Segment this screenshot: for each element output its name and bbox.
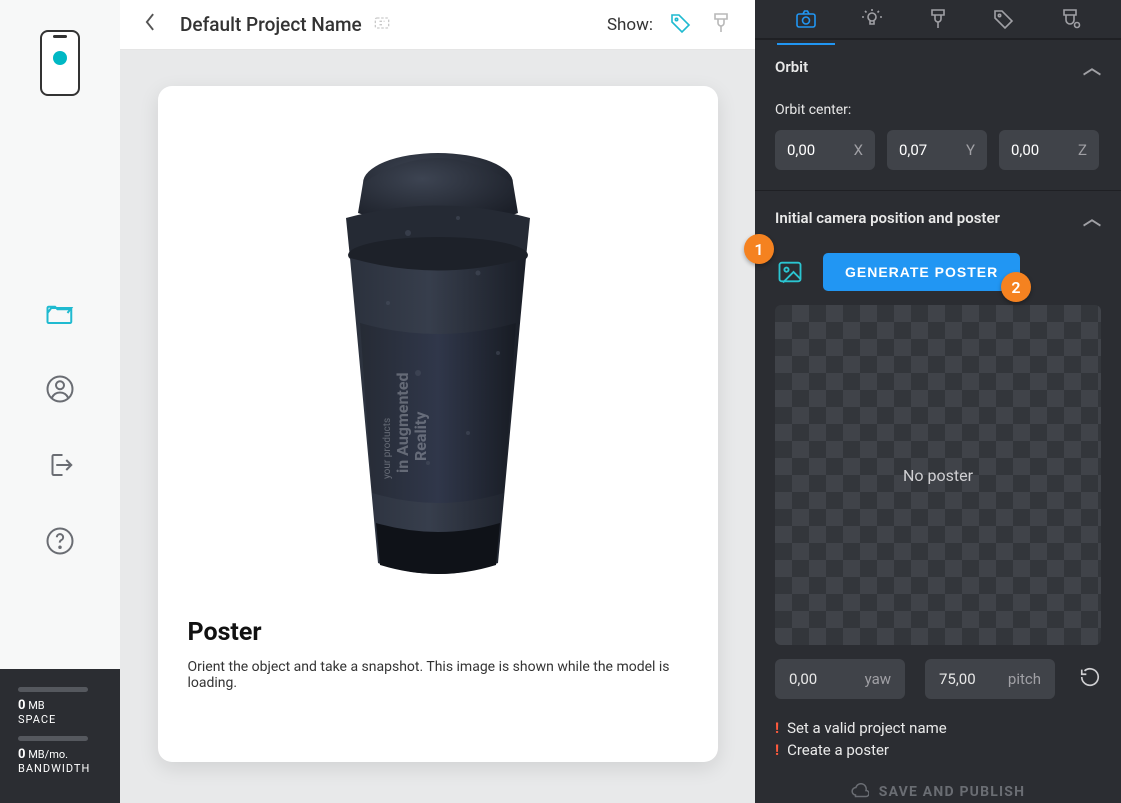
topbar: Default Project Name Show: [120, 0, 755, 50]
svg-text:your products: your products [382, 418, 393, 479]
orbit-title: Orbit [775, 58, 808, 76]
panel-tabs [755, 0, 1121, 39]
left-sidebar: 0 MB SPACE 0 MB/mo. BANDWIDTH [0, 0, 120, 803]
project-title[interactable]: Default Project Name [180, 13, 362, 36]
bandwidth-amount: 0 MB/mo. [18, 747, 102, 762]
orbit-y-input[interactable]: 0,07Y [887, 130, 987, 170]
validation-errors: !Set a valid project name !Create a post… [755, 709, 1121, 771]
upload-poster-icon[interactable] [775, 257, 805, 287]
save-publish-button[interactable]: SAVE AND PUBLISH [755, 771, 1121, 803]
files-icon[interactable] [43, 296, 77, 330]
pitch-input[interactable]: 75,00pitch [925, 659, 1055, 699]
storage-panel: 0 MB SPACE 0 MB/mo. BANDWIDTH [0, 669, 120, 803]
generate-poster-button[interactable]: GENERATE POSTER [823, 253, 1020, 291]
svg-text:in Augmented: in Augmented [393, 373, 412, 473]
error-item: !Create a poster [775, 741, 1101, 759]
tab-presets[interactable] [1055, 4, 1085, 34]
tab-camera[interactable] [791, 4, 821, 34]
reset-camera-icon[interactable] [1079, 666, 1101, 692]
tab-material[interactable] [923, 4, 953, 34]
space-bar [18, 687, 88, 692]
orbit-center-label: Orbit center: [775, 102, 1101, 118]
camera-section-header[interactable]: Initial camera position and poster ︿ [755, 190, 1121, 245]
orbit-x-input[interactable]: 0,00X [775, 130, 875, 170]
annotation-badge-2: 2 [1001, 272, 1031, 302]
error-item: !Set a valid project name [775, 719, 1101, 737]
presets-toggle-icon[interactable] [709, 11, 733, 39]
rename-icon[interactable] [372, 13, 392, 37]
poster-preview: No poster [775, 305, 1101, 645]
orbit-section-header[interactable]: Orbit ︿ [755, 39, 1121, 94]
logout-icon[interactable] [43, 448, 77, 482]
yaw-input[interactable]: 0,00yaw [775, 659, 905, 699]
model-preview[interactable]: in Augmented Reality your products [188, 108, 688, 608]
cup-model-icon: in Augmented Reality your products [268, 123, 608, 593]
no-poster-text: No poster [903, 466, 973, 485]
bandwidth-bar [18, 736, 88, 741]
back-button[interactable] [142, 11, 158, 39]
chevron-up-icon: ︿ [1083, 54, 1101, 80]
tag-toggle-icon[interactable] [669, 11, 693, 39]
sidebar-nav [43, 296, 77, 558]
space-label: SPACE [18, 713, 102, 726]
space-amount: 0 MB [18, 698, 102, 713]
camera-section-body: GENERATE POSTER No poster [755, 245, 1121, 655]
properties-panel: Orbit ︿ Orbit center: 0,00X 0,07Y 0,00Z … [755, 0, 1121, 803]
bandwidth-label: BANDWIDTH [18, 762, 102, 775]
yaw-pitch-row: 0,00yaw 75,00pitch [755, 655, 1121, 709]
show-label: Show: [607, 15, 653, 35]
tab-lighting[interactable] [857, 4, 887, 34]
card-area: in Augmented Reality your products Poste… [120, 50, 755, 803]
svg-text:Reality: Reality [411, 411, 430, 461]
orbit-z-input[interactable]: 0,00Z [999, 130, 1099, 170]
camera-title: Initial camera position and poster [775, 209, 1000, 227]
device-preview-icon[interactable] [40, 30, 80, 96]
profile-icon[interactable] [43, 372, 77, 406]
main-column: Default Project Name Show: [120, 0, 755, 803]
annotation-badge-1: 1 [744, 234, 774, 264]
poster-card: in Augmented Reality your products Poste… [158, 86, 718, 762]
show-group: Show: [607, 11, 733, 39]
help-icon[interactable] [43, 524, 77, 558]
tab-hotspots[interactable] [989, 4, 1019, 34]
orbit-section-body: Orbit center: 0,00X 0,07Y 0,00Z [755, 94, 1121, 190]
card-heading: Poster [188, 618, 688, 647]
chevron-up-icon: ︿ [1083, 205, 1101, 231]
card-description: Orient the object and take a snapshot. T… [188, 659, 688, 691]
